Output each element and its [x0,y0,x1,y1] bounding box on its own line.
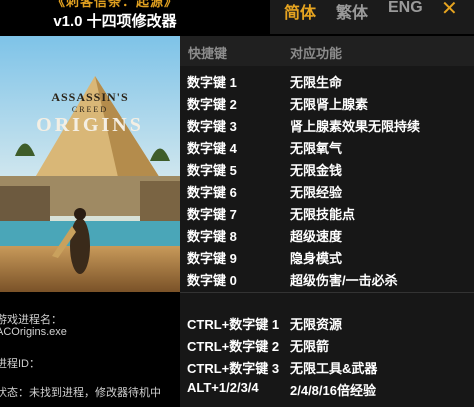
process-name-label: 游戏进程名： [0,314,62,326]
lang-english[interactable]: ENG [388,0,423,17]
table-row[interactable]: 数字键 1 无限生命 [180,70,474,90]
hotkey-label: 数字键 6 [187,185,237,200]
function-label: 无限工具&武器 [290,361,378,376]
table-row[interactable]: CTRL+数字键 3 无限工具&武器 [180,356,474,376]
column-header-function: 对应功能 [290,46,343,61]
table-row[interactable]: 数字键 5 无限金钱 [180,158,474,178]
table-row[interactable]: 数字键 4 无限氧气 [180,136,474,156]
hotkey-label: 数字键 4 [187,141,237,156]
function-label: 无限生命 [290,75,343,90]
table-row[interactable]: CTRL+数字键 1 无限资源 [180,312,474,332]
table-row[interactable]: 数字键 7 无限技能点 [180,202,474,222]
function-label: 隐身模式 [290,251,343,266]
function-label: 无限肾上腺素 [290,97,369,112]
hotkey-label: ALT+1/2/3/4 [187,380,259,395]
table-row[interactable]: CTRL+数字键 2 无限箭 [180,334,474,354]
app-title: 《刺客信条：起源》 v1.0 十四项修改器 [0,0,230,34]
function-label: 超级速度 [290,229,343,244]
hotkey-table: 快捷键 对应功能 数字键 1 无限生命 数字键 2 无限肾上腺素 数字键 3 肾上腺素… [180,36,474,407]
function-label: 无限技能点 [290,207,356,222]
table-header: 快捷键 对应功能 [180,36,474,66]
function-label: 无限箭 [290,339,330,354]
version-title: v1.0 十四项修改器 [53,13,177,30]
hotkey-label: 数字键 5 [187,163,237,178]
table-row[interactable]: 数字键 0 超级伤害/一击必杀 [180,268,474,288]
hotkey-label: 数字键 0 [187,273,237,288]
function-label: 无限经验 [290,185,343,200]
logo-line-2: CREED [71,105,109,114]
table-row[interactable]: 数字键 2 无限肾上腺素 [180,92,474,112]
table-row[interactable]: 数字键 3 肾上腺素效果无限持续 [180,114,474,134]
game-cover-image: ASSASSIN'S CREED ORIGINS [0,36,180,292]
function-label: 肾上腺素效果无限持续 [290,119,421,134]
function-label: 超级伤害/一击必杀 [290,273,398,288]
language-bar: 简体 繁体 ENG ✕ [270,0,474,34]
section-divider [180,292,474,293]
hotkey-label: 数字键 8 [187,229,237,244]
function-label: 无限资源 [290,317,343,332]
function-label: 无限氧气 [290,141,343,156]
hotkey-label: 数字键 3 [187,119,237,134]
logo-line-1: ASSASSIN'S [51,90,129,104]
hotkey-label: 数字键 1 [187,75,237,90]
table-row[interactable]: 数字键 9 隐身模式 [180,246,474,266]
lang-traditional[interactable]: 繁体 [336,0,368,23]
table-row[interactable]: 数字键 6 无限经验 [180,180,474,200]
logo-line-3: ORIGINS [36,114,144,136]
table-row[interactable]: 数字键 8 超级速度 [180,224,474,244]
lang-simplified[interactable]: 简体 [284,0,316,23]
hotkey-label: 数字键 9 [187,251,237,266]
hotkey-label: CTRL+数字键 2 [187,339,280,354]
hotkey-label: 数字键 2 [187,97,237,112]
hotkey-label: CTRL+数字键 3 [187,361,280,376]
hotkey-label: 数字键 7 [187,207,237,222]
function-label: 无限金钱 [290,163,343,178]
hotkey-label: CTRL+数字键 1 [187,317,280,332]
close-button[interactable]: ✕ [441,0,458,21]
process-id-label: 进程ID： [0,358,40,370]
column-header-key: 快捷键 [188,46,228,61]
cover-logo: ASSASSIN'S CREED ORIGINS [18,90,162,137]
table-row[interactable]: ALT+1/2/3/4 2/4/8/16倍经验 [180,378,474,398]
process-name-value: ACOrigins.exe [0,326,67,338]
function-label: 2/4/8/16倍经验 [290,383,376,398]
status-text: 状态：未找到进程，修改器待机中 [0,387,161,399]
game-title: 《刺客信条：起源》 [51,0,178,9]
